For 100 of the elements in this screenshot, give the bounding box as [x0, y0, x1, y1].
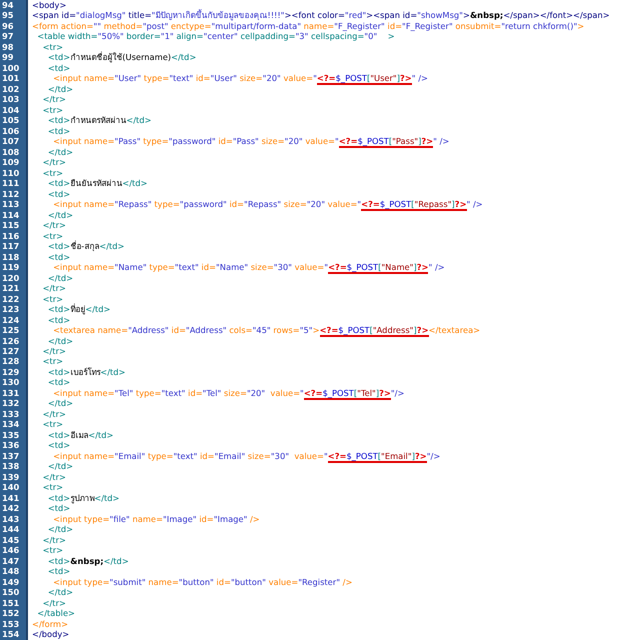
line-number: 131: [1, 388, 20, 398]
line-number: 102: [1, 84, 20, 94]
code-line: <tr>: [42, 356, 64, 367]
code-line: <tr>: [42, 294, 64, 304]
line-number: 96: [1, 20, 15, 32]
line-number: 121: [1, 283, 20, 294]
code-line: </tr>: [42, 283, 66, 294]
code-line: <span id="dialogMsg" title="มีปัญหาเกิดขึ้นกับข้อมูลของคุณ!!!!"><font color="red"><span id="showMsg">&nbsp;</span></font></span>: [32, 10, 610, 21]
line-number: 144: [1, 524, 20, 535]
code-line: </table>: [36, 608, 75, 619]
code-line: <input name="Tel" type="text" id="Tel" size="20" value="<?=$_POST["Tel"]?>"/>: [53, 388, 404, 398]
line-number: 111: [1, 178, 20, 189]
line-number: 126: [1, 336, 20, 346]
line-number: 143: [1, 514, 20, 524]
code-line: </tr>: [42, 534, 66, 546]
code-line: </tr>: [42, 598, 66, 608]
code-line: </td>: [46, 84, 74, 94]
line-number: 140: [1, 482, 20, 493]
code-line: <body>: [32, 0, 66, 10]
code-line: <input name="Email" type="text" id="Email" size="30" value="<?=$_POST["Email"]?>"/>: [53, 450, 440, 462]
line-number: 98: [1, 42, 15, 52]
line-number: 141: [1, 492, 20, 504]
line-number: 153: [1, 618, 20, 630]
line-number: 152: [1, 608, 20, 619]
line-number: 137: [1, 450, 20, 462]
line-number: 109: [1, 157, 20, 168]
line-number: 101: [1, 73, 20, 84]
code-line: <td>: [46, 188, 70, 200]
line-number: 147: [1, 556, 20, 566]
code-line: <tr>: [42, 419, 64, 430]
code-line: <input name="Pass" type="password" id="Pass" size="20" value="<?=$_POST["Pass"]?>" />: [52, 136, 450, 147]
code-line: <td>เบอร์โทร</td>: [46, 366, 126, 378]
line-number: 154: [1, 629, 20, 640]
code-line: <textarea name="Address" id="Address" cols="45" rows="5"><?=$_POST["Address"]?></textarea>: [52, 325, 480, 336]
line-number: 148: [1, 566, 20, 577]
code-line: <td>กำหนดชื่อผู้ใช้(Username)</td>: [46, 52, 196, 63]
code-line: <input type="submit" name="button" id="button" value="Register" />: [52, 576, 352, 588]
line-number: 100: [1, 62, 20, 74]
code-line: </body>: [32, 629, 70, 640]
line-number: 133: [1, 408, 20, 420]
line-number: 129: [1, 366, 20, 378]
code-line: </tr>: [42, 157, 66, 168]
code-line: <input name="Name" type="text" id="Name" size="30" value="<?=$_POST["Name"]?>" />: [52, 262, 445, 273]
code-line: </tr>: [42, 220, 66, 231]
line-number: 125: [1, 325, 20, 336]
line-number: 103: [1, 94, 20, 105]
code-line: <input name="Repass" type="password" id="Repass" size="20" value="<?=$_POST["Repass"]?>" />: [52, 199, 483, 210]
line-number: 110: [1, 168, 20, 178]
code-line: <table width="50%" border="1" align="center" cellpadding="3" cellspacing="0" >: [36, 31, 395, 42]
code-line: <form action="" method="post" enctype="multipart/form-data" name="F_Register" id="F_Register" onsubmit="return chkform()">: [32, 20, 584, 32]
code-line: <td>กำหนดรหัสผ่าน</td>: [46, 115, 152, 126]
code-line: <td>: [46, 62, 70, 74]
code-line: <tr>: [42, 42, 64, 52]
line-number: 97: [1, 31, 15, 42]
line-number: 117: [1, 241, 20, 252]
code-line: </tr>: [42, 94, 66, 105]
code-line: </td>: [46, 587, 74, 598]
code-line: <tr>: [42, 104, 64, 116]
line-number: 106: [1, 126, 20, 136]
code-line: <td>: [46, 566, 70, 577]
line-number: 113: [1, 199, 20, 210]
line-number: 94: [1, 0, 15, 10]
line-number: 145: [1, 534, 20, 546]
code-line: <td>: [46, 440, 70, 451]
line-number: 116: [1, 230, 20, 242]
line-number: 134: [1, 419, 20, 430]
line-number: 95: [1, 10, 15, 21]
line-number: 149: [1, 576, 20, 588]
line-number: 114: [1, 210, 20, 220]
code-line: </tr>: [42, 472, 66, 482]
code-line: <td>ชื่อ-สกุล</td>: [46, 241, 124, 252]
code-line: <td>ยืนยันรหัสผ่าน</td>: [46, 178, 148, 189]
line-number: 120: [1, 272, 20, 284]
line-number: 119: [1, 262, 20, 273]
code-line: <tr>: [42, 545, 64, 556]
code-line: </form>: [32, 618, 68, 630]
line-number: 104: [1, 104, 20, 116]
line-number: 138: [1, 461, 20, 472]
line-number: 132: [1, 398, 20, 409]
code-line: </tr>: [42, 408, 66, 420]
line-number: 136: [1, 440, 20, 451]
line-number: 123: [1, 304, 20, 315]
code-line: <td>รูปภาพ</td>: [46, 492, 120, 504]
code-line: <td>: [46, 126, 70, 136]
code-line: <input type="file" name="Image" id="Image" />: [52, 514, 260, 524]
line-number: 150: [1, 587, 20, 598]
line-number: 130: [1, 377, 20, 388]
code-line: </td>: [46, 524, 74, 535]
line-number: 115: [1, 220, 20, 231]
line-number: 135: [1, 430, 20, 440]
line-number: 99: [1, 52, 15, 63]
line-number: 146: [1, 545, 20, 556]
line-number: 127: [1, 346, 20, 356]
code-line: <td>: [46, 252, 70, 262]
code-line: <td>: [46, 503, 70, 514]
line-number: 105: [1, 115, 20, 126]
code-line: <td>: [46, 377, 70, 388]
line-number: 128: [1, 356, 20, 367]
code-line: </td>: [46, 398, 74, 409]
line-number: 107: [1, 136, 20, 147]
